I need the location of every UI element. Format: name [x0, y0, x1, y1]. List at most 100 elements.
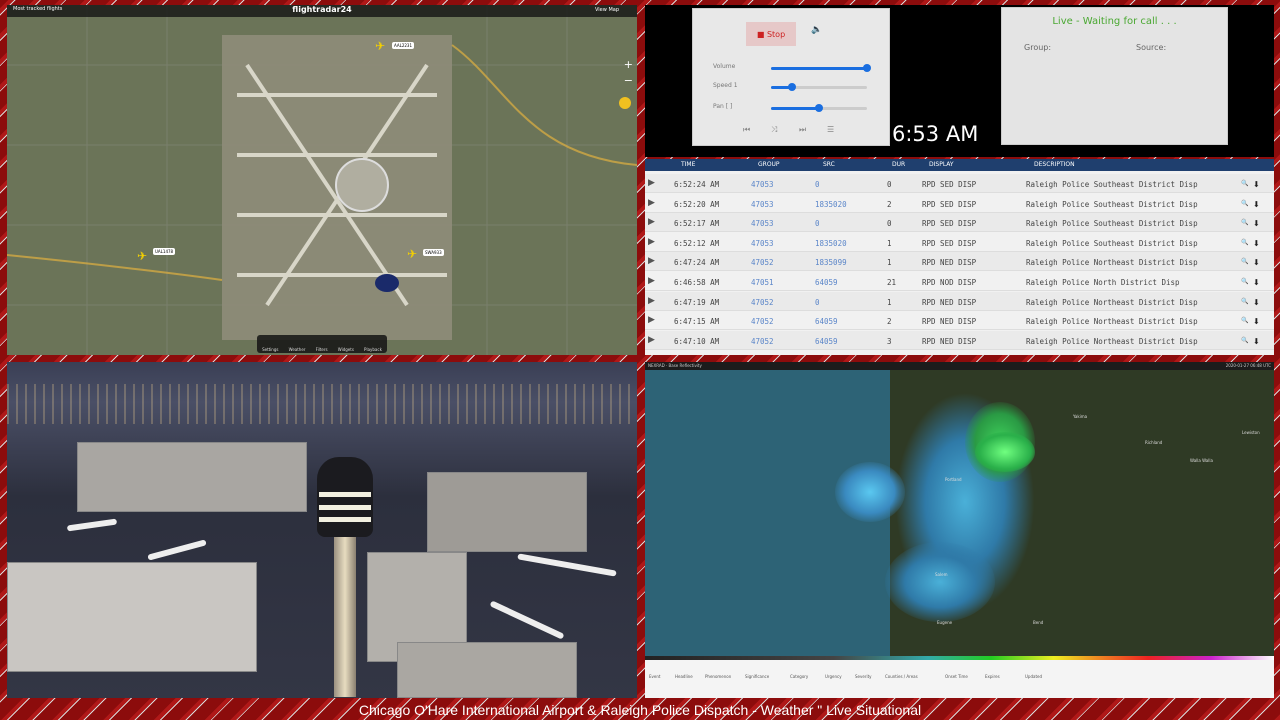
search-icon[interactable]: 🔍 — [1241, 258, 1248, 265]
pan-slider[interactable]: Pan [ ] — [713, 103, 873, 115]
shuffle-icon[interactable]: ⤨ — [771, 125, 777, 135]
slider-knob[interactable] — [863, 64, 871, 72]
view-toggle[interactable]: View Map — [595, 7, 619, 13]
slider-knob[interactable] — [788, 83, 797, 91]
call-src[interactable]: 0 — [815, 298, 820, 307]
flight-tag[interactable]: UAL1478 — [153, 248, 176, 255]
call-group[interactable]: 47053 — [751, 200, 774, 209]
column-header-dur[interactable]: DUR — [892, 161, 905, 168]
column-header-time[interactable]: TIME — [681, 161, 695, 168]
slider-label: Volume — [713, 63, 736, 70]
download-icon[interactable]: ⬇ — [1253, 180, 1260, 189]
call-group[interactable]: 47053 — [751, 219, 774, 228]
search-icon[interactable]: 🔍 — [1241, 180, 1248, 187]
widgets-button[interactable]: Widgets — [338, 347, 354, 352]
settings-button[interactable]: Settings — [262, 347, 278, 352]
column-header-group[interactable]: GROUP — [758, 161, 780, 168]
call-group[interactable]: 47053 — [751, 239, 774, 248]
slider-knob[interactable] — [815, 104, 823, 112]
call-row[interactable]: ▶ 6:52:20 AM 47053 1835020 2 RPD SED DISP Rale… — [645, 194, 1274, 213]
play-icon[interactable]: ▶ — [648, 237, 655, 247]
column-header-src[interactable]: SRC — [823, 161, 835, 168]
call-src[interactable]: 1835020 — [815, 239, 847, 248]
zoom-out-button[interactable]: − — [624, 73, 633, 89]
playlist-icon[interactable]: ☰ — [827, 125, 834, 134]
call-src[interactable]: 64059 — [815, 337, 838, 346]
flight-tag[interactable]: SWA933 — [423, 249, 444, 256]
search-icon[interactable]: 🔍 — [1241, 337, 1248, 344]
search-icon[interactable]: 🔍 — [1241, 200, 1248, 207]
call-display: RPD NED DISP — [922, 317, 977, 327]
call-group[interactable]: 47053 — [751, 180, 774, 189]
stop-label: Stop — [766, 29, 786, 39]
speed-slider[interactable]: Speed 1 — [713, 82, 873, 94]
play-icon[interactable]: ▶ — [648, 217, 655, 227]
call-row[interactable]: ▶ 6:47:15 AM 47052 64059 2 RPD NED DISP Raleig… — [645, 311, 1274, 331]
download-icon[interactable]: ⬇ — [1253, 298, 1260, 307]
call-group[interactable]: 47052 — [751, 317, 774, 326]
flight-map[interactable]: Most tracked flights flightradar24 View … — [7, 5, 637, 355]
call-group[interactable]: 47051 — [751, 278, 774, 287]
download-icon[interactable]: ⬇ — [1253, 258, 1260, 267]
call-group[interactable]: 47052 — [751, 337, 774, 346]
call-row[interactable]: ▶ 6:52:12 AM 47053 1835020 1 RPD SED DISP Rale… — [645, 233, 1274, 252]
play-icon[interactable]: ▶ — [648, 178, 655, 188]
call-description: Raleigh Police Southeast District Disp — [1026, 199, 1198, 209]
download-icon[interactable]: ⬇ — [1253, 278, 1260, 287]
call-row[interactable]: ▶ 6:47:19 AM 47052 0 1 RPD NED DISP Raleigh Po… — [645, 291, 1274, 311]
download-icon[interactable]: ⬇ — [1253, 317, 1260, 326]
call-src[interactable]: 64059 — [815, 317, 838, 326]
search-icon[interactable]: 🔍 — [1241, 278, 1248, 285]
play-icon[interactable]: ▶ — [648, 198, 655, 208]
call-row[interactable]: ▶ 6:46:58 AM 47051 64059 21 RPD NOD DISP Ralei… — [645, 272, 1274, 291]
call-src[interactable]: 64059 — [815, 278, 838, 287]
call-time: 6:52:24 AM — [674, 180, 720, 189]
flight-tag[interactable]: AAL2231 — [392, 42, 414, 49]
aircraft-icon[interactable]: ✈ — [375, 39, 385, 53]
call-row[interactable]: ▶ 6:52:24 AM 47053 0 0 RPD SED DISP Raleigh Po… — [645, 174, 1274, 193]
column-header-display[interactable]: DISPLAY — [929, 161, 954, 168]
aircraft-icon[interactable]: ✈ — [137, 249, 147, 263]
call-row[interactable]: ▶ 6:52:17 AM 47053 0 0 RPD SED DISP Raleigh Po… — [645, 213, 1274, 233]
skip-forward-icon[interactable]: ⏭ — [799, 125, 806, 135]
download-icon[interactable]: ⬇ — [1253, 337, 1260, 346]
search-icon[interactable]: 🔍 — [1241, 239, 1248, 246]
zoom-in-button[interactable]: + — [624, 57, 633, 73]
download-icon[interactable]: ⬇ — [1253, 219, 1260, 228]
column-header-description[interactable]: DESCRIPTION — [1034, 161, 1075, 168]
search-icon[interactable]: 🔍 — [1241, 298, 1248, 305]
play-icon[interactable]: ▶ — [648, 276, 655, 286]
stop-button[interactable]: ■ Stop — [746, 22, 796, 46]
call-src[interactable]: 1835020 — [815, 200, 847, 209]
city-label: Bend — [1033, 620, 1044, 625]
call-src[interactable]: 1835099 — [815, 258, 847, 267]
filters-button[interactable]: Filters — [316, 347, 328, 352]
precip-cell — [885, 542, 995, 622]
most-tracked-label[interactable]: Most tracked flights — [13, 6, 62, 12]
play-icon[interactable]: ▶ — [648, 315, 655, 325]
speaker-icon[interactable]: 🔈 — [811, 25, 822, 35]
weather-radar[interactable]: NEXRAD · Base Reflectivity 2020-01-27 06… — [645, 362, 1274, 698]
download-icon[interactable]: ⬇ — [1253, 239, 1260, 248]
download-icon[interactable]: ⬇ — [1253, 200, 1260, 209]
play-icon[interactable]: ▶ — [648, 335, 655, 345]
weather-button[interactable]: Weather — [289, 347, 306, 352]
aircraft-icon[interactable]: ✈ — [407, 247, 417, 261]
stream-caption: Chicago O'Hare International Airport & R… — [358, 702, 922, 718]
terminal-building — [427, 472, 587, 552]
call-src[interactable]: 0 — [815, 219, 820, 228]
call-group[interactable]: 47052 — [751, 258, 774, 267]
skip-back-icon[interactable]: ⏮ — [743, 125, 750, 135]
search-icon[interactable]: 🔍 — [1241, 219, 1248, 226]
call-row[interactable]: ▶ 6:47:10 AM 47052 64059 3 RPD NED DISP Raleig… — [645, 330, 1274, 350]
call-row[interactable]: ▶ 6:47:24 AM 47052 1835099 1 RPD NED DISP Rale… — [645, 252, 1274, 272]
call-time: 6:47:10 AM — [674, 336, 720, 346]
volume-slider[interactable]: Volume — [713, 63, 873, 75]
playback-button[interactable]: Playback — [364, 347, 382, 352]
search-icon[interactable]: 🔍 — [1241, 317, 1248, 324]
play-icon[interactable]: ▶ — [648, 296, 655, 306]
call-group[interactable]: 47052 — [751, 298, 774, 307]
play-icon[interactable]: ▶ — [648, 256, 655, 266]
call-src[interactable]: 0 — [815, 180, 820, 189]
weather-widget-icon[interactable] — [619, 97, 631, 109]
